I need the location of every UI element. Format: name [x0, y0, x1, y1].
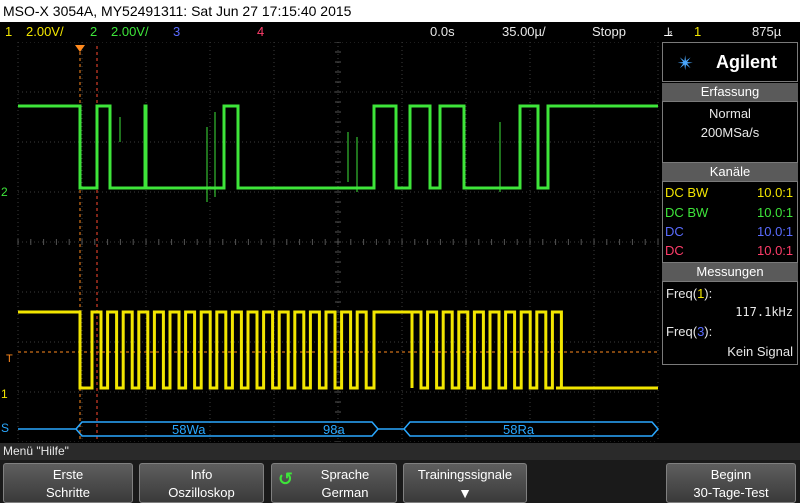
trigger-channel[interactable]: 1: [694, 22, 701, 42]
agilent-spark-icon: ✴: [677, 53, 694, 75]
acquisition-header[interactable]: Erfassung: [662, 83, 798, 101]
softkey-getting-started[interactable]: Erste Schritte: [3, 463, 133, 503]
logo-box: ✴ Agilent: [662, 42, 798, 82]
acquisition-box: Normal 200MSa/s: [662, 101, 798, 163]
status-bar: 1 2.00V/ 2 2.00V/ 3 4 0.0s 35.00µ/ Stopp…: [0, 22, 800, 42]
serial-packet-1: 58Wa: [172, 422, 206, 437]
softkey-label: 30-Tage-Test: [693, 485, 769, 500]
menu-bar: Menü "Hilfe": [0, 443, 800, 460]
submenu-arrow-icon: ▼: [458, 485, 472, 501]
time-delay[interactable]: 0.0s: [430, 22, 455, 42]
freq1-label: Freq(1):: [666, 286, 713, 301]
ch1-ground-marker[interactable]: 1: [1, 387, 8, 401]
trigger-level-marker[interactable]: T: [6, 353, 13, 365]
freq1-value: 117.1kHz: [735, 305, 793, 319]
ch4-coupling: DC: [665, 243, 684, 258]
title-text: MSO-X 3054A, MY52491311: Sat Jun 27 17:1…: [3, 3, 352, 19]
ch2-scale[interactable]: 2.00V/: [111, 22, 149, 42]
serial-marker[interactable]: S: [1, 421, 9, 435]
measurements-box: Freq(1): 117.1kHz Freq(3): Kein Signal: [662, 281, 798, 365]
ch3-coupling: DC: [665, 224, 684, 239]
ch2-ground-marker[interactable]: 2: [1, 185, 8, 199]
ch1-number[interactable]: 1: [5, 22, 12, 42]
softkey-label: Oszilloskop: [168, 485, 235, 500]
softkey-training-signals[interactable]: Trainingssignale ▼: [403, 463, 527, 503]
softkey-label: Erste: [52, 467, 84, 482]
channels-header[interactable]: Kanäle: [662, 163, 798, 181]
rotate-knob-icon: ↺: [278, 469, 294, 489]
sample-rate: 200MSa/s: [700, 125, 760, 140]
channels-box: DC BW 10.0:1 DC BW 10.0:1 DC 10.0:1 DC 1…: [662, 181, 798, 263]
side-panel: ✴ Agilent Erfassung Normal 200MSa/s Kanä…: [661, 42, 800, 442]
softkey-bar: Erste Schritte Info Oszilloskop ↺ Sprach…: [0, 460, 800, 503]
title-bar: MSO-X 3054A, MY52491311: Sat Jun 27 17:1…: [0, 0, 800, 22]
ch2-number[interactable]: 2: [90, 22, 97, 42]
ch3-probe: 10.0:1: [757, 224, 794, 239]
brand-logo: Agilent: [716, 52, 777, 72]
ch3-number[interactable]: 3: [173, 22, 180, 42]
freq3-label: Freq(3):: [666, 324, 713, 339]
run-state[interactable]: Stopp: [592, 22, 626, 42]
softkey-label: Info: [190, 467, 213, 482]
ch1-probe: 10.0:1: [757, 185, 794, 200]
ch1-coupling: DC BW: [665, 185, 709, 200]
softkey-label: Trainingssignale: [417, 467, 513, 482]
trigger-position-marker[interactable]: [75, 45, 85, 52]
trigger-edge-icon: ⫡: [664, 24, 673, 39]
softkey-language[interactable]: ↺ Sprache German: [271, 463, 397, 503]
trigger-level[interactable]: 875µ: [752, 22, 781, 42]
ch4-number[interactable]: 4: [257, 22, 264, 42]
acquisition-mode: Normal: [709, 106, 751, 121]
ch4-probe: 10.0:1: [757, 243, 794, 258]
softkey-start-trial[interactable]: Beginn 30-Tage-Test: [666, 463, 796, 503]
measurements-header[interactable]: Messungen: [662, 263, 798, 281]
time-scale[interactable]: 35.00µ/: [502, 22, 546, 42]
ch2-probe: 10.0:1: [757, 205, 794, 220]
ch2-coupling: DC BW: [665, 205, 709, 220]
waveform-display[interactable]: 58Wa 98a 58Ra 2 T 1 S: [0, 42, 660, 442]
freq3-value: Kein Signal: [727, 344, 793, 359]
serial-packet-3: 58Ra: [503, 422, 535, 437]
menu-title: Menü "Hilfe": [3, 444, 69, 458]
serial-packet-2: 98a: [323, 422, 345, 437]
softkey-label: Beginn: [710, 467, 752, 482]
ch1-scale[interactable]: 2.00V/: [26, 22, 64, 42]
softkey-label: Schritte: [45, 485, 91, 500]
softkey-about-oscilloscope[interactable]: Info Oszilloskop: [139, 463, 264, 503]
